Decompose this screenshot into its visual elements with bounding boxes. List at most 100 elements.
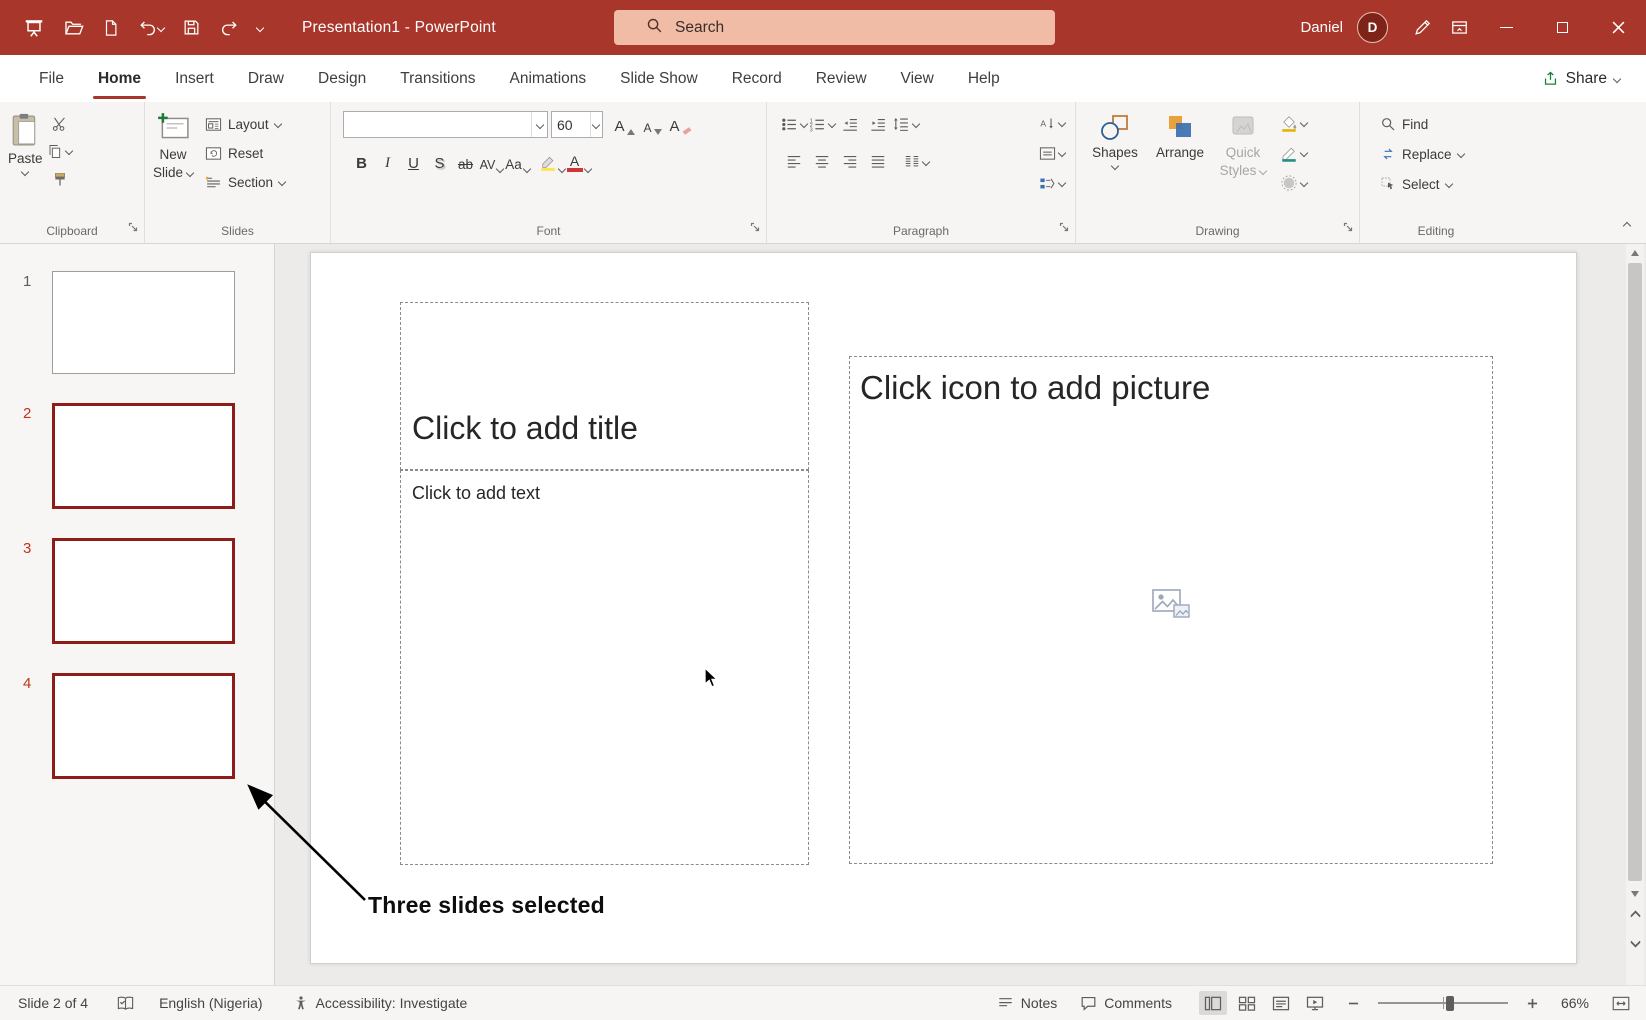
- font-dialog-launcher[interactable]: [750, 220, 761, 238]
- open-button[interactable]: [54, 0, 93, 55]
- spell-check-button[interactable]: [112, 992, 139, 1014]
- share-button[interactable]: Share: [1542, 70, 1622, 88]
- reset-button[interactable]: Reset: [199, 139, 291, 167]
- ribbon-display-options-icon[interactable]: [1441, 0, 1478, 55]
- title-placeholder[interactable]: Click to add title: [400, 302, 809, 470]
- body-text-placeholder[interactable]: Click to add text: [400, 470, 809, 865]
- tab-home[interactable]: Home: [81, 55, 158, 102]
- slide-2-thumbnail[interactable]: [52, 403, 235, 509]
- paragraph-dialog-launcher[interactable]: [1059, 220, 1070, 238]
- tab-file[interactable]: File: [22, 55, 81, 102]
- language-button[interactable]: English (Nigeria): [155, 992, 266, 1014]
- font-size-combobox[interactable]: [551, 111, 603, 138]
- text-highlight-color-button[interactable]: [539, 149, 567, 175]
- copy-button[interactable]: [47, 138, 74, 164]
- vertical-scrollbar[interactable]: [1626, 244, 1644, 985]
- accessibility-checker-button[interactable]: Accessibility: Investigate: [289, 992, 472, 1014]
- font-name-input[interactable]: [344, 116, 532, 133]
- picture-placeholder[interactable]: Click icon to add picture: [849, 356, 1493, 864]
- shape-effects-button[interactable]: [1280, 170, 1309, 196]
- reading-view-button[interactable]: [1267, 991, 1295, 1015]
- font-size-input[interactable]: [552, 116, 590, 133]
- scroll-down-button[interactable]: [1626, 885, 1644, 902]
- tab-draw[interactable]: Draw: [231, 55, 301, 102]
- text-shadow-button[interactable]: S: [427, 149, 452, 175]
- tab-view[interactable]: View: [884, 55, 951, 102]
- drawing-dialog-launcher[interactable]: [1343, 220, 1354, 238]
- tab-slide-show[interactable]: Slide Show: [603, 55, 715, 102]
- tab-transitions[interactable]: Transitions: [383, 55, 492, 102]
- chevron-down-icon[interactable]: [589, 112, 602, 137]
- slide-3-thumbnail[interactable]: [52, 538, 235, 644]
- font-color-button[interactable]: A: [566, 149, 592, 175]
- save-button[interactable]: [173, 0, 210, 55]
- fit-slide-to-window-button[interactable]: [1608, 993, 1634, 1014]
- zoom-slider[interactable]: [1377, 994, 1508, 1012]
- shape-fill-button[interactable]: [1280, 110, 1309, 136]
- new-file-button[interactable]: [93, 0, 129, 55]
- powerpoint-logo-icon[interactable]: [14, 0, 54, 55]
- avatar[interactable]: D: [1357, 12, 1388, 43]
- comments-button[interactable]: Comments: [1076, 992, 1176, 1014]
- columns-button[interactable]: [903, 149, 930, 175]
- decrease-indent-button[interactable]: [837, 111, 863, 137]
- minimize-button[interactable]: [1478, 0, 1534, 55]
- tab-record[interactable]: Record: [715, 55, 799, 102]
- tab-insert[interactable]: Insert: [158, 55, 231, 102]
- ink-pen-icon[interactable]: [1404, 0, 1441, 55]
- text-direction-button[interactable]: A: [1039, 110, 1067, 136]
- replace-button[interactable]: Replace: [1374, 140, 1512, 168]
- clipboard-dialog-launcher[interactable]: [128, 220, 139, 238]
- collapse-ribbon-button[interactable]: [1622, 216, 1632, 234]
- redo-button[interactable]: [210, 0, 248, 55]
- tab-design[interactable]: Design: [301, 55, 383, 102]
- change-case-button[interactable]: Aa: [505, 149, 531, 175]
- new-slide-button[interactable]: New Slide: [153, 104, 195, 196]
- increase-indent-button[interactable]: [865, 111, 891, 137]
- layout-button[interactable]: Layout: [199, 110, 291, 138]
- character-spacing-button[interactable]: AV: [479, 149, 505, 175]
- quick-styles-button[interactable]: Quick Styles: [1214, 104, 1272, 196]
- close-button[interactable]: [1590, 0, 1646, 55]
- underline-button[interactable]: U: [401, 149, 426, 175]
- slide-4-thumbnail[interactable]: [52, 673, 235, 779]
- zoom-out-button[interactable]: [1344, 995, 1363, 1012]
- font-name-combobox[interactable]: [343, 111, 548, 138]
- slide-canvas[interactable]: Click to add title Click to add text Cli…: [310, 252, 1577, 964]
- paste-button[interactable]: Paste: [8, 104, 43, 192]
- slide-show-button[interactable]: [1301, 991, 1329, 1015]
- shapes-button[interactable]: Shapes: [1084, 104, 1146, 196]
- line-spacing-button[interactable]: [893, 111, 921, 137]
- normal-view-button[interactable]: [1198, 991, 1227, 1015]
- format-painter-button[interactable]: [47, 166, 73, 192]
- zoom-slider-thumb[interactable]: [1445, 996, 1454, 1011]
- arrange-button[interactable]: Arrange: [1148, 104, 1212, 196]
- scroll-up-button[interactable]: [1626, 244, 1644, 261]
- slide-sorter-view-button[interactable]: [1233, 991, 1261, 1015]
- strikethrough-button[interactable]: ab: [453, 149, 478, 175]
- cut-button[interactable]: [47, 110, 73, 136]
- user-name[interactable]: Daniel: [1300, 19, 1343, 36]
- numbering-button[interactable]: 123: [809, 111, 837, 137]
- maximize-button[interactable]: [1534, 0, 1590, 55]
- align-text-button[interactable]: [1039, 140, 1067, 166]
- zoom-level[interactable]: 66%: [1557, 992, 1593, 1014]
- slide-indicator[interactable]: Slide 2 of 4: [14, 992, 92, 1014]
- section-button[interactable]: Section: [199, 168, 291, 196]
- find-button[interactable]: Find: [1374, 110, 1512, 138]
- tab-help[interactable]: Help: [951, 55, 1017, 102]
- bullets-button[interactable]: [781, 111, 809, 137]
- search-box[interactable]: [614, 10, 1055, 45]
- bold-button[interactable]: B: [349, 149, 374, 175]
- search-input[interactable]: [675, 18, 995, 37]
- undo-button[interactable]: [129, 0, 173, 55]
- clear-formatting-button[interactable]: A: [668, 112, 693, 138]
- customize-quick-access-button[interactable]: [248, 0, 272, 55]
- chevron-down-icon[interactable]: [531, 112, 547, 137]
- convert-to-smartart-button[interactable]: [1039, 170, 1067, 196]
- shrink-font-button[interactable]: A: [640, 112, 665, 138]
- justify-button[interactable]: [865, 149, 891, 175]
- align-right-button[interactable]: [837, 149, 863, 175]
- italic-button[interactable]: I: [375, 149, 400, 175]
- select-button[interactable]: Select: [1374, 170, 1512, 198]
